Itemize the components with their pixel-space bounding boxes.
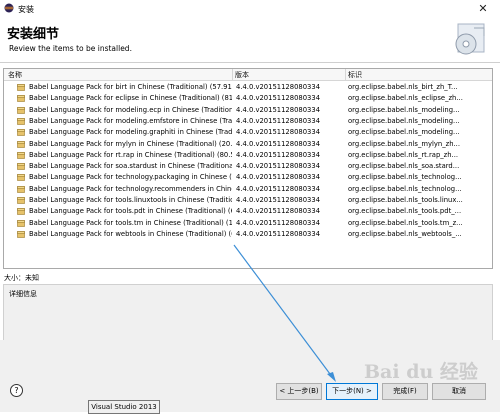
eclipse-icon	[4, 3, 14, 13]
column-header-name[interactable]: 名称	[8, 70, 22, 80]
install-items-table[interactable]: 名称 版本 标识 Babel Language Pack for birt in…	[3, 68, 493, 269]
table-row[interactable]: Babel Language Pack for birt in Chinese …	[4, 81, 492, 92]
row-name: Babel Language Pack for technology.packa…	[29, 173, 232, 182]
row-version: 4.4.0.v20151128080334	[236, 162, 321, 171]
row-version: 4.4.0.v20151128080334	[236, 105, 321, 114]
details-label: 详细信息	[9, 290, 37, 298]
package-icon	[17, 140, 25, 148]
package-icon	[17, 174, 25, 182]
package-icon	[17, 95, 25, 103]
row-id: org.eclipse.babel.nls_tools.pdt_...	[348, 207, 462, 216]
table-row[interactable]: Babel Language Pack for rt.rap in Chines…	[4, 149, 492, 160]
table-row[interactable]: Babel Language Pack for technology.recom…	[4, 183, 492, 194]
row-name: Babel Language Pack for webtools in Chin…	[29, 229, 232, 238]
row-id: org.eclipse.babel.nls_modeling...	[348, 128, 460, 137]
table-row[interactable]: Babel Language Pack for soa.stardust in …	[4, 160, 492, 171]
details-panel: 详细信息	[3, 284, 493, 341]
next-button[interactable]: 下一步(N) >	[326, 383, 378, 400]
page-title: 安装细节	[7, 27, 60, 42]
row-version: 4.4.0.v20151128080334	[236, 184, 321, 193]
package-icon	[17, 219, 25, 227]
row-id: org.eclipse.babel.nls_soa.stard...	[348, 162, 460, 171]
row-id: org.eclipse.babel.nls_technolog...	[348, 184, 462, 193]
column-header-id[interactable]: 标识	[348, 70, 362, 80]
table-row[interactable]: Babel Language Pack for eclipse in Chine…	[4, 92, 492, 103]
help-button[interactable]: ?	[10, 384, 23, 397]
table-row[interactable]: Babel Language Pack for tools.tm in Chin…	[4, 217, 492, 228]
finish-button[interactable]: 完成(F)	[382, 383, 428, 400]
package-icon	[17, 163, 25, 170]
row-id: org.eclipse.babel.nls_tools.linux...	[348, 196, 463, 204]
row-name: Babel Language Pack for modeling.ecp in …	[29, 105, 232, 114]
package-icon	[17, 151, 25, 159]
column-divider[interactable]	[345, 69, 346, 80]
row-id: org.eclipse.babel.nls_rt.rap_zh...	[348, 150, 459, 159]
page-subtitle: Review the items to be installed.	[9, 44, 132, 53]
package-icon	[17, 106, 25, 114]
package-icon	[17, 129, 25, 136]
row-name: Babel Language Pack for tools.tm in Chin…	[29, 218, 232, 227]
row-id: org.eclipse.babel.nls_birt_zh_T...	[348, 83, 458, 91]
row-id: org.eclipse.babel.nls_eclipse_zh...	[348, 94, 463, 103]
row-version: 4.4.0.v20151128080334	[236, 116, 321, 125]
row-id: org.eclipse.babel.nls_technolog...	[348, 173, 462, 182]
row-version: 4.4.0.v20151128080334	[236, 207, 321, 216]
row-version: 4.4.0.v20151128080334	[236, 83, 321, 91]
row-id: org.eclipse.babel.nls_tools.tm_z...	[348, 218, 463, 227]
column-divider[interactable]	[232, 69, 233, 80]
row-name: Babel Language Pack for modeling.graphit…	[29, 128, 232, 137]
row-version: 4.4.0.v20151128080334	[236, 128, 321, 137]
row-version: 4.4.0.v20151128080334	[236, 173, 321, 182]
header-divider	[0, 62, 500, 63]
package-icon	[17, 84, 25, 91]
table-row[interactable]: Babel Language Pack for webtools in Chin…	[4, 228, 492, 239]
row-name: Babel Language Pack for soa.stardust in …	[29, 162, 232, 171]
back-button[interactable]: < 上一步(B)	[276, 383, 322, 400]
table-row[interactable]: Babel Language Pack for modeling.ecp in …	[4, 104, 492, 115]
size-label: 大小：未知	[4, 274, 39, 282]
package-icon	[17, 208, 25, 216]
row-version: 4.4.0.v20151128080334	[236, 94, 321, 103]
row-name: Babel Language Pack for eclipse in Chine…	[29, 94, 232, 103]
table-row[interactable]: Babel Language Pack for mylyn in Chinese…	[4, 138, 492, 149]
table-row[interactable]: Babel Language Pack for modeling.emfstor…	[4, 115, 492, 126]
row-name: Babel Language Pack for modeling.emfstor…	[29, 116, 232, 125]
row-version: 4.4.0.v20151128080334	[236, 139, 321, 148]
table-header: 名称 版本 标识	[4, 69, 492, 81]
row-name: Babel Language Pack for tools.pdt in Chi…	[29, 207, 232, 216]
row-id: org.eclipse.babel.nls_modeling...	[348, 105, 460, 114]
cancel-button[interactable]: 取消	[432, 383, 486, 400]
row-version: 4.4.0.v20151128080334	[236, 150, 321, 159]
close-button[interactable]: ✕	[466, 0, 500, 17]
install-banner-icon	[455, 23, 485, 55]
row-id: org.eclipse.babel.nls_mylyn_zh...	[348, 139, 460, 148]
row-name: Babel Language Pack for tools.linuxtools…	[29, 196, 232, 204]
window-title: 安装	[18, 5, 34, 14]
package-icon	[17, 185, 25, 193]
row-name: Babel Language Pack for birt in Chinese …	[29, 83, 232, 91]
row-name: Babel Language Pack for rt.rap in Chines…	[29, 150, 232, 159]
table-row[interactable]: Babel Language Pack for modeling.graphit…	[4, 126, 492, 137]
row-version: 4.4.0.v20151128080334	[236, 229, 321, 238]
title-bar: 安装 ✕	[0, 0, 500, 18]
package-icon	[17, 197, 25, 204]
table-row[interactable]: Babel Language Pack for tools.pdt in Chi…	[4, 205, 492, 216]
table-row[interactable]: Babel Language Pack for technology.packa…	[4, 171, 492, 182]
row-name: Babel Language Pack for technology.recom…	[29, 184, 232, 193]
row-version: 4.4.0.v20151128080334	[236, 196, 321, 204]
table-row[interactable]: Babel Language Pack for tools.linuxtools…	[4, 194, 492, 205]
baidu-watermark: Bai du 经验	[364, 361, 478, 383]
row-name: Babel Language Pack for mylyn in Chinese…	[29, 139, 232, 148]
package-icon	[17, 118, 25, 125]
row-id: org.eclipse.babel.nls_modeling...	[348, 116, 460, 125]
page-header: 安装细节 Review the items to be installed.	[0, 17, 500, 60]
package-icon	[17, 231, 25, 238]
row-id: org.eclipse.babel.nls_webtools_...	[348, 229, 462, 238]
column-header-version[interactable]: 版本	[235, 70, 249, 80]
row-version: 4.4.0.v20151128080334	[236, 218, 321, 227]
